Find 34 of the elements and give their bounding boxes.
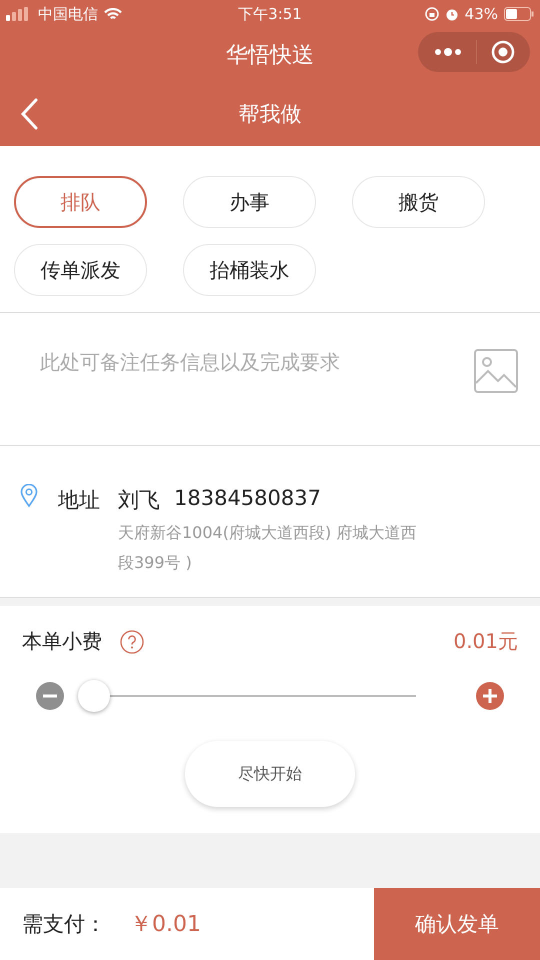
payment-label: 需支付： xyxy=(22,911,106,938)
location-pin-icon xyxy=(20,484,38,508)
contact-name: 刘飞 xyxy=(118,487,160,514)
note-field[interactable]: 此处可备注任务信息以及完成要求 xyxy=(0,313,540,445)
back-icon[interactable] xyxy=(20,98,38,130)
contact-phone: 18384580837 xyxy=(174,486,321,512)
help-icon[interactable] xyxy=(120,630,144,654)
task-tag[interactable]: 排队 xyxy=(14,176,147,228)
payment-amount: ￥0.01 xyxy=(130,911,201,939)
close-icon[interactable] xyxy=(491,40,516,64)
more-icon[interactable] xyxy=(432,47,463,57)
start-asap-button[interactable]: 尽快开始 xyxy=(185,741,355,807)
battery-percent: 43% xyxy=(464,5,498,23)
confirm-order-button[interactable]: 确认发单 xyxy=(374,888,540,960)
fee-label: 本单小费 xyxy=(22,628,102,655)
page-title: 帮我做 xyxy=(238,101,302,128)
address-detail: 天府新谷1004(府城大道西段) 府城大道西段399号 ) xyxy=(118,522,418,574)
rotation-lock-icon xyxy=(424,7,439,21)
alarm-icon xyxy=(444,7,459,21)
slider-thumb[interactable] xyxy=(78,680,110,712)
fee-amount: 0.01元 xyxy=(453,628,518,655)
carrier-name: 中国电信 xyxy=(38,4,98,24)
task-tag[interactable]: 搬货 xyxy=(352,176,485,228)
task-tag[interactable]: 传单派发 xyxy=(14,244,147,296)
task-tag[interactable]: 抬桶装水 xyxy=(183,244,316,296)
wifi-icon xyxy=(104,8,122,20)
minus-icon[interactable] xyxy=(36,682,64,710)
battery-icon xyxy=(504,7,534,21)
plus-icon[interactable] xyxy=(476,682,504,710)
address-label: 地址 xyxy=(58,487,100,514)
clock-time: 下午3:51 xyxy=(238,4,302,24)
task-tag[interactable]: 办事 xyxy=(183,176,316,228)
app-title: 华悟快送 xyxy=(226,42,314,70)
image-icon[interactable] xyxy=(474,349,518,393)
